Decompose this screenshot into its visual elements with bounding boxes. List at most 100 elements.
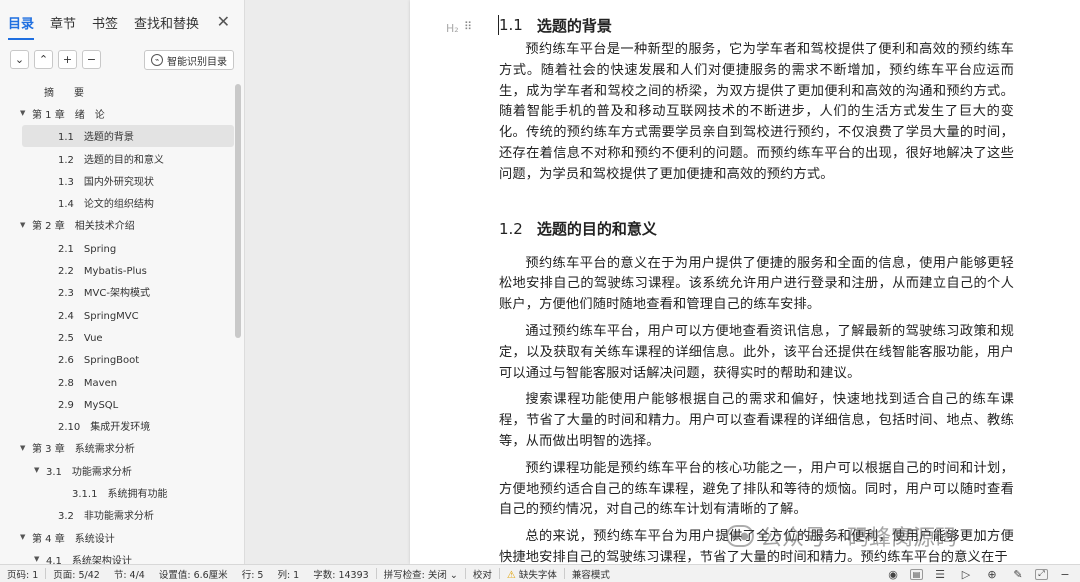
toc-item[interactable]: 2.6 SpringBoot bbox=[0, 348, 236, 370]
status-item[interactable]: ⚠ 缺失字体 bbox=[500, 567, 564, 581]
toc-item[interactable]: 2.2 Mybatis-Plus bbox=[0, 258, 236, 280]
eye-icon[interactable]: ◉ bbox=[884, 567, 902, 581]
toc-item[interactable]: 1.3 国内外研究现状 bbox=[0, 169, 236, 191]
status-item: 列: 1 bbox=[270, 567, 306, 581]
status-item[interactable]: 拼写检查: 关闭 ⌄ bbox=[377, 567, 465, 581]
status-item-label: 页面: 5/42 bbox=[53, 569, 100, 581]
expand-arrow-icon[interactable]: ▼ bbox=[20, 444, 32, 452]
heading-style-icon[interactable]: H₂ bbox=[446, 22, 459, 35]
edit-icon[interactable]: ✎ bbox=[1009, 567, 1027, 581]
remove-heading-button[interactable]: − bbox=[82, 49, 101, 69]
toc-item[interactable]: 2.3 MVC-架构模式 bbox=[0, 281, 236, 303]
add-heading-button[interactable]: + bbox=[58, 49, 77, 69]
status-bar-view-controls: ◉ ▤ ☰ ▷ ⊕ ✎ ⤢ − bbox=[876, 565, 1074, 582]
toc-item[interactable]: 1.4 论文的组织结构 bbox=[0, 191, 236, 213]
smart-toc-label: 智能识别目录 bbox=[167, 56, 227, 68]
expand-arrow-icon[interactable]: ▼ bbox=[34, 555, 46, 563]
toc-item[interactable]: 摘 要 bbox=[0, 80, 236, 102]
section-title: 选题的目的和意义 bbox=[536, 220, 657, 239]
document-area: H₂ ⠿ 1.1 选题的背景 预约练车平台是一种新型的服务，它为学车者和驾校提供了便… bbox=[246, 0, 1080, 564]
expand-arrow-icon[interactable]: ▼ bbox=[34, 466, 46, 474]
section-title: 选题的背景 bbox=[536, 16, 612, 35]
expand-arrow-icon[interactable]: ▼ bbox=[20, 109, 32, 117]
toc-item[interactable]: 2.8 Maven bbox=[0, 370, 236, 392]
expand-arrow-icon[interactable]: ▼ bbox=[20, 533, 32, 541]
tab-bookmarks[interactable]: 书签 bbox=[92, 11, 118, 32]
toc-item-label: 第 4 章 系统设计 bbox=[32, 533, 115, 545]
toc-item-label: 2.5 Vue bbox=[58, 332, 103, 344]
toc-item[interactable]: 2.5 Vue bbox=[0, 325, 236, 347]
web-view-icon[interactable]: ⊕ bbox=[983, 567, 1001, 581]
toc-item-label: 3.1 功能需求分析 bbox=[46, 466, 132, 478]
heading-gap bbox=[499, 244, 1014, 254]
status-item[interactable]: 校对 bbox=[466, 567, 499, 581]
document-text[interactable]: 1.1 选题的背景 预约练车平台是一种新型的服务，它为学车者和驾校提供了便利和高效的… bbox=[499, 10, 1014, 564]
toc-item-label: 2.10 集成开发环境 bbox=[58, 422, 151, 434]
tab-sections[interactable]: 章节 bbox=[50, 11, 76, 32]
expand-all-button[interactable]: ⌃ bbox=[34, 49, 53, 69]
toc-item[interactable]: 3.2 非功能需求分析 bbox=[0, 504, 236, 526]
toc-item-label: 2.4 SpringMVC bbox=[58, 310, 139, 322]
toc-item[interactable]: ▼ 3.1 功能需求分析 bbox=[0, 459, 236, 481]
toc-item-label: 2.9 MySQL bbox=[58, 399, 119, 411]
toc-item[interactable]: 2.1 Spring bbox=[0, 236, 236, 258]
toc-item[interactable]: 3.1.1 系统拥有功能 bbox=[0, 481, 236, 503]
paragraph: 通过预约练车平台，用户可以方便地查看资讯信息，了解最新的驾驶练习政策和规定，以及… bbox=[499, 323, 1014, 381]
toc-item[interactable]: ▼ 第 2 章 相关技术介绍 bbox=[0, 214, 236, 236]
toc-item-label: 1.1 选题的背景 bbox=[58, 132, 134, 144]
toc-item-label: 2.6 SpringBoot bbox=[58, 355, 140, 367]
toc-item[interactable]: ▼ 4.1 系统架构设计 bbox=[0, 548, 236, 564]
status-item-label: 设置值: 6.6厘米 bbox=[158, 569, 228, 581]
tab-toc[interactable]: 目录 bbox=[8, 11, 35, 40]
watermark-text: 公众号 · 码蜂窝源码 bbox=[760, 526, 957, 551]
toc-toolbar: ⌄ ⌃ + − ⌁ 智能识别目录 bbox=[0, 42, 244, 76]
toc-item-label: 3.1.1 系统拥有功能 bbox=[72, 488, 168, 500]
outline-view-icon[interactable]: ☰ bbox=[931, 567, 949, 581]
toc-item[interactable]: ▼ 第 3 章 系统需求分析 bbox=[0, 437, 236, 459]
toc-item[interactable]: 2.4 SpringMVC bbox=[0, 303, 236, 325]
tab-find-replace[interactable]: 查找和替换 bbox=[134, 11, 199, 32]
toc-item-label: 3.2 非功能需求分析 bbox=[58, 511, 154, 523]
paragraph: 预约课程功能是预约练车平台的核心功能之一，用户可以根据自己的时间和计划，方便地预… bbox=[499, 460, 1014, 518]
toc-item-label: 1.4 论文的组织结构 bbox=[58, 199, 154, 211]
play-icon[interactable]: ▷ bbox=[957, 567, 975, 581]
collapse-all-button[interactable]: ⌄ bbox=[10, 49, 29, 69]
paragraph: 搜索课程功能使用户能够根据自己的需求和偏好，快速地找到适合自己的练车课程，节省了… bbox=[499, 392, 1014, 449]
toc-item[interactable]: 1.1 选题的背景 bbox=[22, 124, 234, 147]
toc-item-label: 2.1 Spring bbox=[58, 243, 117, 255]
smart-toc-button[interactable]: ⌁ 智能识别目录 bbox=[144, 50, 234, 70]
zoom-out-icon[interactable]: − bbox=[1056, 567, 1074, 581]
expand-arrow-icon[interactable]: ▼ bbox=[20, 221, 32, 229]
toc-item[interactable]: 2.9 MySQL bbox=[0, 392, 236, 414]
status-item-label: 行: 5 bbox=[241, 569, 264, 581]
page-view-icon[interactable]: ▤ bbox=[910, 568, 923, 580]
paragraph: 预约练车平台的意义在于为用户提供了便捷的服务和全面的信息，使用户能够更轻松地安排… bbox=[499, 255, 1014, 313]
toc-item[interactable]: ▼ 第 1 章 绪 论 bbox=[0, 102, 236, 124]
toc-item-label: 第 3 章 系统需求分析 bbox=[32, 444, 135, 456]
status-item: 节: 4/4 bbox=[107, 567, 152, 581]
toc-item[interactable]: ▼ 第 4 章 系统设计 bbox=[0, 526, 236, 548]
status-item-label: 页码: 1 bbox=[7, 569, 39, 581]
status-item-label: 拼写检查: 关闭 ⌄ bbox=[383, 569, 458, 581]
warning-icon: ⚠ bbox=[506, 569, 516, 581]
toc-item-label: 第 1 章 绪 论 bbox=[32, 109, 105, 121]
status-item: 设置值: 6.6厘米 bbox=[152, 567, 235, 581]
toc-item-label: 1.2 选题的目的和意义 bbox=[58, 154, 164, 166]
status-item: 字数: 14393 bbox=[306, 567, 375, 581]
sidebar-tabs: 目录 章节 书签 查找和替换 ✕ bbox=[0, 0, 244, 42]
section-number: 1.2 bbox=[499, 219, 523, 238]
status-item-label: 节: 4/4 bbox=[113, 569, 145, 581]
status-item-label: 列: 1 bbox=[277, 569, 300, 581]
watermark: ●● 公众号 · 码蜂窝源码 bbox=[726, 520, 957, 552]
toc-item[interactable]: 1.2 选题的目的和意义 bbox=[0, 147, 236, 169]
drag-handle-icon[interactable]: ⠿ bbox=[464, 20, 473, 33]
status-item-label: 校对 bbox=[472, 569, 492, 581]
status-item[interactable]: 兼容模式 bbox=[565, 567, 617, 581]
toc-item[interactable]: 2.10 集成开发环境 bbox=[0, 414, 236, 436]
fullscreen-icon[interactable]: ⤢ bbox=[1035, 568, 1048, 580]
close-icon[interactable]: ✕ bbox=[217, 12, 230, 31]
toc-scrollbar[interactable] bbox=[235, 84, 241, 338]
status-item-label: 兼容模式 bbox=[571, 569, 610, 581]
paragraph: 预约练车平台是一种新型的服务，它为学车者和驾校提供了便利和高效的预约练车方式。随… bbox=[499, 42, 1014, 182]
